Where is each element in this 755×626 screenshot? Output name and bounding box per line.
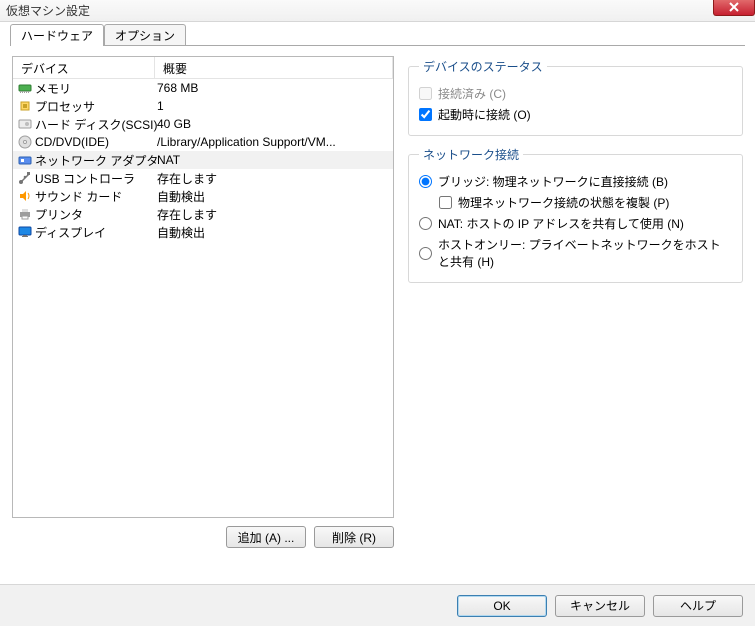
replicate-label[interactable]: 物理ネットワーク接続の状態を複製 (P) [458,194,669,211]
hostonly-radio[interactable] [419,247,432,260]
title-bar: 仮想マシン設定 [0,0,755,22]
device-name: CD/DVD(IDE) [35,135,157,149]
ok-button[interactable]: OK [457,595,547,617]
device-list[interactable]: デバイス 概要 メモリ768 MBプロセッサ1ハード ディスク(SCSI)40 … [12,56,394,518]
replicate-row: 物理ネットワーク接続の状態を複製 (P) [439,194,732,211]
window-title: 仮想マシン設定 [6,2,90,19]
device-name: サウンド カード [35,188,157,205]
table-row[interactable]: プリンタ存在します [13,205,393,223]
device-status-legend: デバイスのステータス [419,58,547,75]
device-name: メモリ [35,80,157,97]
device-summary: 40 GB [157,117,393,131]
disk-icon [17,116,33,132]
usb-icon [17,170,33,186]
cancel-button[interactable]: キャンセル [555,595,645,617]
nic-icon [17,152,33,168]
tab-strip: ハードウェア オプション [0,22,755,46]
device-summary: NAT [157,153,393,167]
bridged-label[interactable]: ブリッジ: 物理ネットワークに直接接続 (B) [438,173,668,190]
network-connection-group: ネットワーク接続 ブリッジ: 物理ネットワークに直接接続 (B) 物理ネットワー… [408,146,743,283]
device-name: USB コントローラ [35,170,157,187]
table-row[interactable]: プロセッサ1 [13,97,393,115]
sound-icon [17,188,33,204]
hostonly-label[interactable]: ホストオンリー: プライベートネットワークをホストと共有 (H) [438,236,732,270]
connect-at-power-on-row: 起動時に接続 (O) [419,106,732,123]
device-name: ディスプレイ [35,224,157,241]
remove-button[interactable]: 削除 (R) [314,526,394,548]
table-row[interactable]: メモリ768 MB [13,79,393,97]
device-name: ハード ディスク(SCSI) [35,116,157,133]
device-summary: 存在します [157,206,393,223]
printer-icon [17,206,33,222]
table-row[interactable]: ネットワーク アダプタNAT [13,151,393,169]
table-row[interactable]: CD/DVD(IDE)/Library/Application Support/… [13,133,393,151]
table-row[interactable]: サウンド カード自動検出 [13,187,393,205]
column-header-summary[interactable]: 概要 [155,57,393,78]
replicate-checkbox[interactable] [439,196,452,209]
memory-icon [17,80,33,96]
right-panel: デバイスのステータス 接続済み (C) 起動時に接続 (O) ネットワーク接続 … [408,56,743,548]
close-icon [729,2,739,12]
device-summary: 1 [157,99,393,113]
add-button[interactable]: 追加 (A) ... [226,526,306,548]
table-row[interactable]: ハード ディスク(SCSI)40 GB [13,115,393,133]
bridged-radio[interactable] [419,175,432,188]
left-panel: デバイス 概要 メモリ768 MBプロセッサ1ハード ディスク(SCSI)40 … [12,56,394,548]
left-button-row: 追加 (A) ... 削除 (R) [12,526,394,548]
content-area: デバイス 概要 メモリ768 MBプロセッサ1ハード ディスク(SCSI)40 … [0,46,755,548]
table-row[interactable]: USB コントローラ存在します [13,169,393,187]
connected-row: 接続済み (C) [419,85,732,102]
column-header-device[interactable]: デバイス [13,57,155,78]
table-row[interactable]: ディスプレイ自動検出 [13,223,393,241]
network-connection-legend: ネットワーク接続 [419,146,523,163]
nat-radio[interactable] [419,217,432,230]
device-status-group: デバイスのステータス 接続済み (C) 起動時に接続 (O) [408,58,743,136]
list-rows: メモリ768 MBプロセッサ1ハード ディスク(SCSI)40 GBCD/DVD… [13,79,393,241]
device-summary: 自動検出 [157,224,393,241]
device-name: プリンタ [35,206,157,223]
list-header: デバイス 概要 [13,57,393,79]
tab-options[interactable]: オプション [104,24,186,46]
hostonly-row: ホストオンリー: プライベートネットワークをホストと共有 (H) [419,236,732,270]
nat-label[interactable]: NAT: ホストの IP アドレスを共有して使用 (N) [438,215,684,232]
nat-row: NAT: ホストの IP アドレスを共有して使用 (N) [419,215,732,232]
connected-label: 接続済み (C) [438,85,506,102]
cpu-icon [17,98,33,114]
device-summary: 自動検出 [157,188,393,205]
help-button[interactable]: ヘルプ [653,595,743,617]
cd-icon [17,134,33,150]
device-summary: 768 MB [157,81,393,95]
connected-checkbox [419,87,432,100]
device-summary: /Library/Application Support/VM... [157,135,393,149]
connect-at-power-on-checkbox[interactable] [419,108,432,121]
dialog-footer: OK キャンセル ヘルプ [0,584,755,626]
tab-hardware[interactable]: ハードウェア [10,24,104,46]
device-name: ネットワーク アダプタ [35,152,157,169]
device-name: プロセッサ [35,98,157,115]
display-icon [17,224,33,240]
close-button[interactable] [713,0,755,16]
bridged-row: ブリッジ: 物理ネットワークに直接接続 (B) [419,173,732,190]
device-summary: 存在します [157,170,393,187]
connect-at-power-on-label[interactable]: 起動時に接続 (O) [438,106,531,123]
